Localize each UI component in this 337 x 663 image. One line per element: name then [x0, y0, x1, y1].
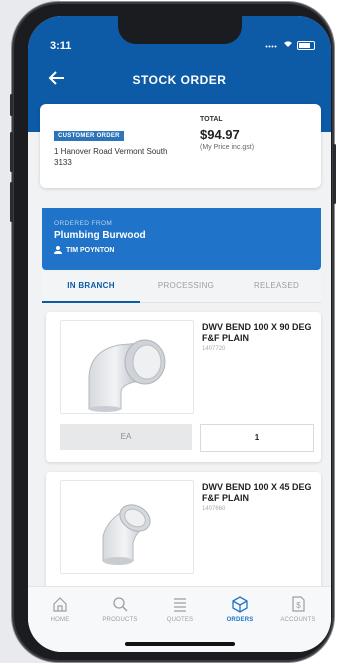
tabbar-accounts-label: ACCOUNTS: [280, 617, 316, 623]
home-indicator: [125, 642, 235, 646]
svg-text:$: $: [296, 601, 301, 610]
volume-down-button: [10, 182, 13, 222]
nav-bar: STOCK ORDER: [28, 70, 331, 94]
order-summary-card: CUSTOMER ORDER 1 Hanover Road Vermont So…: [40, 104, 321, 188]
tab-in-branch[interactable]: IN BRANCH: [42, 272, 140, 302]
product-item[interactable]: DWV BEND 100 X 90 DEG F&F PLAIN 1407720 …: [46, 312, 321, 462]
status-time: 3:11: [50, 40, 72, 52]
page-title: STOCK ORDER: [132, 73, 227, 87]
user-icon: [54, 246, 62, 254]
product-name: DWV BEND 100 X 45 DEG F&F PLAIN: [202, 482, 312, 503]
tabbar-home[interactable]: HOME: [30, 595, 90, 623]
total-label: TOTAL: [200, 116, 223, 123]
product-image: [60, 320, 194, 414]
delivery-address: 1 Hanover Road Vermont South 3133: [54, 147, 168, 167]
app-screen: 3:11 STOCK ORDER CUSTOMER ORDER 1 Hanove…: [28, 16, 331, 652]
tabbar-products[interactable]: PRODUCTS: [90, 595, 150, 623]
product-code: 1407660: [202, 506, 226, 512]
document-dollar-icon: $: [289, 595, 307, 613]
tabbar-quotes[interactable]: QUOTES: [150, 595, 210, 623]
total-note: (My Price inc.gst): [200, 144, 255, 151]
home-icon: [51, 595, 69, 613]
mute-switch: [10, 94, 13, 116]
branch-user-name: TIM POYNTON: [66, 246, 115, 254]
list-icon: [171, 595, 189, 613]
active-tab-indicator: [42, 301, 140, 303]
phone-frame: 3:11 STOCK ORDER CUSTOMER ORDER 1 Hanove…: [10, 4, 336, 660]
total-value: $94.97: [200, 127, 240, 142]
product-image: [60, 480, 194, 574]
box-icon: [231, 595, 249, 613]
signal-icon: [265, 40, 279, 51]
tab-released[interactable]: RELEASED: [232, 272, 321, 302]
battery-icon: [297, 41, 315, 50]
volume-up-button: [10, 132, 13, 172]
ordered-from-label: ORDERED FROM: [54, 220, 113, 227]
power-button: [333, 144, 336, 204]
tabbar-products-label: PRODUCTS: [102, 617, 138, 623]
tabbar-accounts[interactable]: $ ACCOUNTS: [268, 595, 328, 623]
tab-processing[interactable]: PROCESSING: [140, 272, 232, 302]
product-name: DWV BEND 100 X 90 DEG F&F PLAIN: [202, 322, 312, 343]
status-icons: [265, 40, 315, 51]
branch-panel: ORDERED FROM Plumbing Burwood TIM POYNTO…: [42, 208, 321, 270]
search-icon: [111, 595, 129, 613]
branch-name: Plumbing Burwood: [54, 230, 146, 241]
customer-order-badge: CUSTOMER ORDER: [54, 131, 124, 141]
wifi-icon: [283, 40, 293, 51]
product-code: 1407720: [202, 346, 226, 352]
status-tabs: IN BRANCH PROCESSING RELEASED: [42, 272, 321, 303]
phone-notch: [118, 16, 242, 44]
tabbar-orders-label: ORDERS: [226, 617, 254, 623]
tabbar-orders[interactable]: ORDERS: [210, 595, 270, 623]
branch-user: TIM POYNTON: [54, 246, 114, 254]
tabbar-home-label: HOME: [50, 617, 70, 623]
unit-of-measure: EA: [60, 424, 192, 450]
tabbar-quotes-label: QUOTES: [166, 617, 194, 623]
quantity-input[interactable]: 1: [200, 424, 314, 452]
